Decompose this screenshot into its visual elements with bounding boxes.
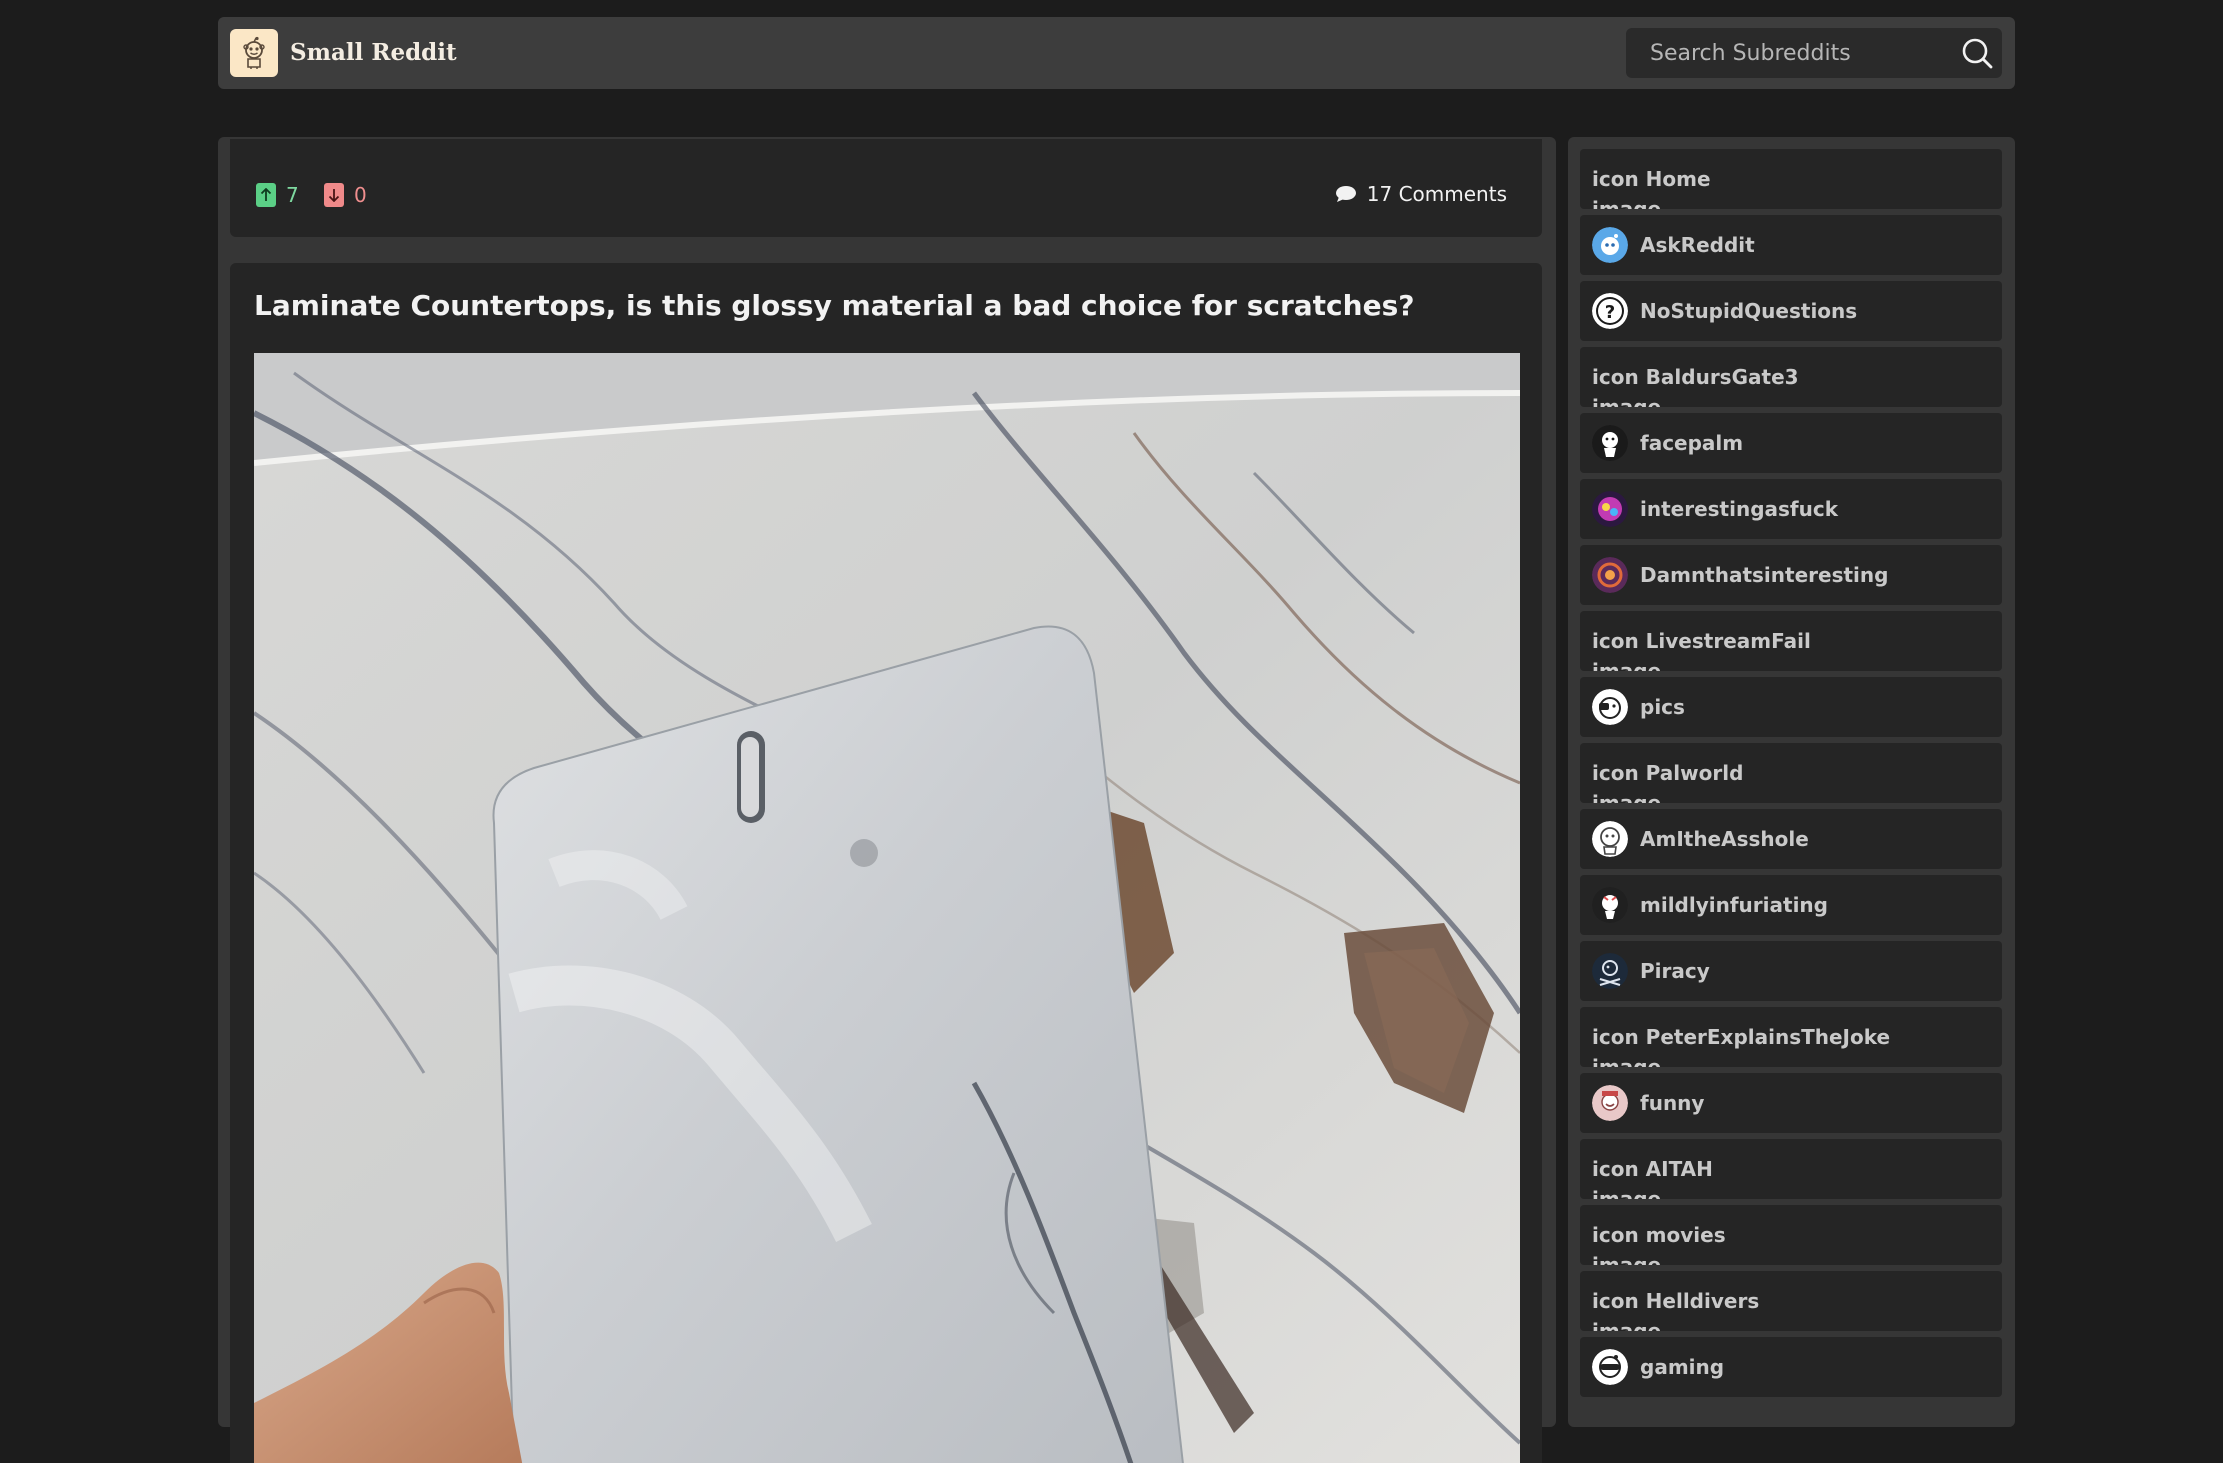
comments-link[interactable]: 17 Comments [1335,178,1507,210]
sidebar-item-label: AskReddit [1640,233,1755,257]
mildlyinfuriating-avatar-icon [1592,887,1628,923]
sidebar-item-gaming[interactable]: gaming [1580,1337,2002,1397]
broken-image-alt-text: icon [1592,1223,1639,1247]
broken-image-alt-text: icon [1592,1025,1639,1049]
amitheasshole-avatar-icon [1592,821,1628,857]
sidebar-item-label: pics [1640,695,1685,719]
search-icon[interactable] [1958,34,1996,72]
piracy-skull-icon [1592,953,1628,989]
facepalm-avatar-icon [1592,425,1628,461]
sidebar-item-peterexplainsthejoke[interactable]: icon PeterExplainsTheJoke image [1580,1007,2002,1067]
broken-image-alt-text: image [1592,1055,1662,1067]
broken-image-alt-text: icon [1592,761,1639,785]
sidebar-item-palworld[interactable]: icon Palworld image [1580,743,2002,803]
sidebar-item-label: BaldursGate3 [1645,365,1799,389]
damnthatsinteresting-avatar-icon [1592,557,1628,593]
site-brand[interactable]: Small Reddit [290,17,457,89]
sidebar-item-label: AmItheAsshole [1640,827,1809,851]
sidebar-item-piracy[interactable]: Piracy [1580,941,2002,1001]
sidebar-item-label: NoStupidQuestions [1640,299,1858,323]
funny-avatar-icon [1592,1085,1628,1121]
sidebar-item-facepalm[interactable]: facepalm [1580,413,2002,473]
sidebar-item-label: Helldivers [1645,1289,1760,1313]
askreddit-avatar-icon [1592,227,1628,263]
sidebar-item-nostupidquestions[interactable]: ? NoStupidQuestions [1580,281,2002,341]
broken-image-alt-text: icon [1592,1157,1639,1181]
sidebar-item-movies[interactable]: icon movies image [1580,1205,2002,1265]
reddit-snoo-icon[interactable] [230,29,278,77]
upvote-count: 7 [286,183,299,207]
sidebar-item-interestingasfuck[interactable]: interestingasfuck [1580,479,2002,539]
broken-image-alt-text: icon [1592,1289,1639,1313]
gaming-avatar-icon [1592,1349,1628,1385]
downvote-count: 0 [354,183,367,207]
sidebar-item-label: movies [1645,1223,1726,1247]
question-mark-icon: ? [1592,293,1628,329]
sidebar-item-label: AITAH [1645,1157,1713,1181]
comment-bubble-icon [1335,186,1356,202]
arrow-down-icon [324,183,344,207]
broken-image-alt-text: image [1592,791,1662,803]
interestingasfuck-avatar-icon [1592,491,1628,527]
search-input[interactable] [1626,28,1960,78]
post-action-bar: 7 0 17 Comments [230,139,1542,237]
sidebar-item-label: interestingasfuck [1640,497,1839,521]
broken-image-alt-text: icon [1592,167,1639,191]
search-box [1626,28,2002,78]
post-title[interactable]: Laminate Countertops, is this glossy mat… [254,287,1414,325]
arrow-up-icon [256,183,276,207]
broken-image-alt-text: icon [1592,365,1639,389]
sidebar-item-label: Piracy [1640,959,1710,983]
top-header: Small Reddit [218,17,2015,89]
sidebar-item-label: facepalm [1640,431,1744,455]
sidebar-item-label: PeterExplainsTheJoke [1645,1025,1891,1049]
post-card: Laminate Countertops, is this glossy mat… [230,263,1542,1463]
svg-text:?: ? [1605,302,1615,323]
downvote-button[interactable]: 0 [324,182,367,208]
sidebar-item-funny[interactable]: funny [1580,1073,2002,1133]
pics-avatar-icon [1592,689,1628,725]
sidebar-item-label: Damnthatsinteresting [1640,563,1889,587]
sidebar-item-aitah[interactable]: icon AITAH image [1580,1139,2002,1199]
broken-image-alt-text: image [1592,1253,1662,1265]
sidebar-item-damnthatsinteresting[interactable]: Damnthatsinteresting [1580,545,2002,605]
broken-image-alt-text: icon [1592,629,1639,653]
broken-image-alt-text: image [1592,1187,1662,1199]
sidebar-item-amitheasshole[interactable]: AmItheAsshole [1580,809,2002,869]
sidebar-item-home[interactable]: icon Home image [1580,149,2002,209]
sidebar-item-mildlyinfuriating[interactable]: mildlyinfuriating [1580,875,2002,935]
post-column: 7 0 17 Comments Laminate Countertops, is… [218,137,1556,1463]
subreddit-sidebar: icon Home image AskReddit ? NoStupidQues… [1568,137,2015,1427]
broken-image-alt-text: image [1592,1319,1662,1331]
upvote-button[interactable]: 7 [256,182,299,208]
sidebar-item-livestreamfail[interactable]: icon LivestreamFail image [1580,611,2002,671]
sidebar-item-label: funny [1640,1091,1705,1115]
sidebar-item-label: Home [1645,167,1711,191]
broken-image-alt-text: image [1592,659,1662,671]
comments-count: 17 Comments [1366,182,1507,206]
post-image[interactable] [254,353,1520,1463]
sidebar-item-label: LivestreamFail [1645,629,1811,653]
sidebar-item-label: Palworld [1645,761,1744,785]
sidebar-item-pics[interactable]: pics [1580,677,2002,737]
sidebar-item-helldivers[interactable]: icon Helldivers image [1580,1271,2002,1331]
sidebar-item-label: mildlyinfuriating [1640,893,1828,917]
sidebar-item-baldursgate3[interactable]: icon BaldursGate3 image [1580,347,2002,407]
sidebar-item-label: gaming [1640,1355,1725,1379]
broken-image-alt-text: image [1592,197,1662,209]
broken-image-alt-text: image [1592,395,1662,407]
sidebar-item-askreddit[interactable]: AskReddit [1580,215,2002,275]
